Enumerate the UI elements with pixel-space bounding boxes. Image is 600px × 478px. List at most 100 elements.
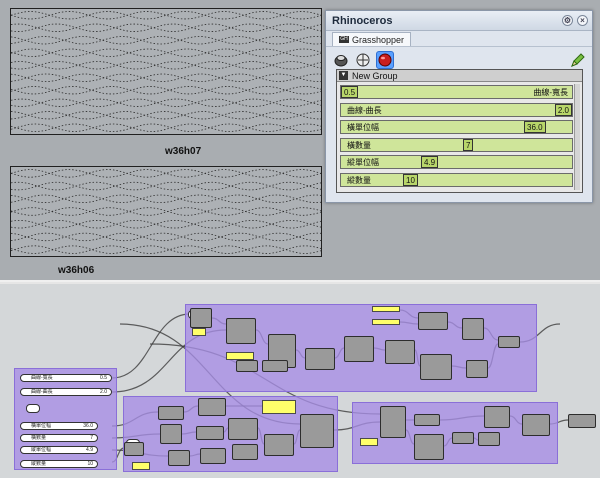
pattern-curve (11, 36, 321, 45)
pattern-curve (11, 11, 321, 20)
canvas-number-slider[interactable]: 縱單位幅 4.9 (20, 446, 98, 454)
slider-label: 橫單位幅 (31, 423, 52, 429)
panel-param[interactable] (132, 462, 150, 470)
toggle-button[interactable] (26, 404, 40, 413)
pattern-curve (11, 194, 321, 203)
panel-param[interactable] (226, 352, 254, 360)
gh-component[interactable] (264, 434, 294, 456)
gh-component[interactable] (380, 406, 406, 438)
slider-value[interactable]: 10 (403, 173, 418, 186)
gh-component[interactable] (414, 434, 444, 460)
panel-param[interactable] (262, 400, 296, 414)
gh-component[interactable] (498, 336, 520, 348)
slider-value[interactable]: 4.9 (421, 156, 439, 168)
canvas-number-slider[interactable]: 曲線-曲長 2.0 (20, 388, 112, 396)
gh-component[interactable] (420, 354, 452, 380)
gh-component[interactable] (236, 360, 258, 372)
gh-component[interactable] (452, 432, 474, 444)
slider-label: 曲線-寬長 (533, 88, 568, 97)
gh-component[interactable] (190, 308, 212, 328)
gh-component[interactable] (168, 450, 190, 466)
panel-label-w36h07: w36h07 (165, 146, 202, 157)
tab-label: Grasshopper (352, 34, 405, 45)
panel-label-w36h06: w36h06 (58, 265, 95, 276)
number-slider[interactable]: 縱數量 10 (340, 172, 573, 187)
slider-group-canvas[interactable] (14, 368, 117, 470)
gh-component[interactable] (226, 318, 256, 344)
slider-value: 36.0 (83, 423, 93, 429)
gh-component[interactable] (478, 432, 500, 446)
gh-component[interactable] (484, 406, 510, 428)
pencil-icon[interactable] (570, 52, 586, 68)
pattern-curve (11, 48, 321, 57)
gh-component[interactable] (466, 360, 488, 378)
window-titlebar[interactable]: Rhinoceros ⚙ × (326, 11, 592, 31)
gh-component[interactable] (160, 424, 182, 444)
gh-component[interactable] (232, 444, 258, 460)
canvas-number-slider[interactable]: 縱數量 10 (20, 460, 98, 468)
slider-label: 橫單位幅 (347, 123, 379, 132)
pattern-curve (11, 220, 321, 229)
canvas-number-slider[interactable]: 曲線-寬長 0.5 (20, 374, 112, 382)
grasshopper-tab-icon: GH (339, 36, 349, 43)
gh-component[interactable] (200, 448, 226, 464)
slider-label: 曲線-寬長 (31, 375, 53, 381)
pattern-curve (11, 98, 321, 107)
gh-component[interactable] (522, 414, 550, 436)
panel-param[interactable] (372, 306, 400, 312)
pattern-drawing (11, 11, 321, 132)
canvas-number-slider[interactable]: 橫數量 7 (20, 434, 98, 442)
rhino-viewport[interactable]: w36h07 w36h06 Rhinoceros ⚙ × GH Grasshop… (0, 0, 600, 280)
canvas-number-slider[interactable]: 橫單位幅 36.0 (20, 422, 98, 430)
render-preview-icon[interactable] (376, 51, 394, 69)
tab-grasshopper[interactable]: GH Grasshopper (332, 32, 412, 46)
gh-component[interactable] (305, 348, 335, 370)
gh-component[interactable] (262, 360, 288, 372)
close-icon[interactable]: × (577, 15, 588, 26)
gh-component[interactable] (198, 398, 226, 416)
slider-value[interactable]: 7 (463, 138, 474, 151)
gh-component[interactable] (300, 414, 334, 448)
slider-value: 7 (90, 435, 93, 441)
number-slider[interactable]: 橫數量 7 (340, 137, 573, 152)
gh-component[interactable] (124, 442, 144, 456)
panel-param[interactable] (372, 319, 400, 325)
gh-component[interactable] (158, 406, 184, 420)
number-slider[interactable]: 曲線-寬長 0.5 (340, 85, 573, 99)
slider-value: 0.5 (100, 375, 107, 381)
gh-component[interactable] (462, 318, 484, 340)
gh-component[interactable] (568, 414, 596, 428)
pattern-curve (11, 194, 321, 203)
group-title: New Group (352, 70, 398, 81)
grasshopper-canvas[interactable]: 曲線-寬長 0.5 曲線-曲長 2.0 橫單位幅 36.0 橫數量 7 縱單位幅 4.9 縱數量 10 (0, 282, 600, 478)
number-slider[interactable]: 橫單位幅 36.0 (340, 120, 573, 134)
rhino-preview-icon[interactable] (332, 51, 350, 69)
wire-display-icon[interactable] (354, 51, 372, 69)
slider-group[interactable]: ▼ New Group 曲線-寬長 0.5 曲線-曲長 2.0 橫單位幅 36.0 橫數量 7… (336, 69, 583, 193)
slider-value[interactable]: 36.0 (524, 121, 546, 133)
group-header[interactable]: ▼ New Group (337, 70, 582, 82)
pattern-curve (11, 61, 321, 70)
collapse-arrow-icon[interactable]: ▼ (339, 71, 348, 80)
gh-component[interactable] (196, 426, 224, 440)
slider-label: 曲線-曲長 (31, 389, 53, 395)
settings-icon[interactable]: ⚙ (562, 15, 573, 26)
gh-component[interactable] (228, 418, 258, 440)
number-slider[interactable]: 縱單位幅 4.9 (340, 155, 573, 169)
slider-label: 橫數量 (347, 140, 371, 150)
gh-component[interactable] (385, 340, 415, 364)
slider-value[interactable]: 2.0 (554, 103, 572, 116)
panel-param[interactable] (192, 328, 206, 336)
pattern-curve (11, 111, 321, 120)
pattern-curve (11, 86, 321, 95)
gh-component[interactable] (344, 336, 374, 362)
number-slider[interactable]: 曲線-曲長 2.0 (340, 102, 573, 117)
slider-value[interactable]: 0.5 (341, 86, 359, 98)
gh-component[interactable] (414, 414, 440, 426)
gh-component[interactable] (418, 312, 448, 330)
rhinoceros-window[interactable]: Rhinoceros ⚙ × GH Grasshopper ▼ New Grou… (325, 10, 593, 203)
pattern-panel-w36h06[interactable] (10, 166, 322, 257)
panel-param[interactable] (360, 438, 378, 446)
pattern-panel-w36h07[interactable] (10, 8, 322, 135)
vertical-scrollbar[interactable] (574, 84, 580, 190)
